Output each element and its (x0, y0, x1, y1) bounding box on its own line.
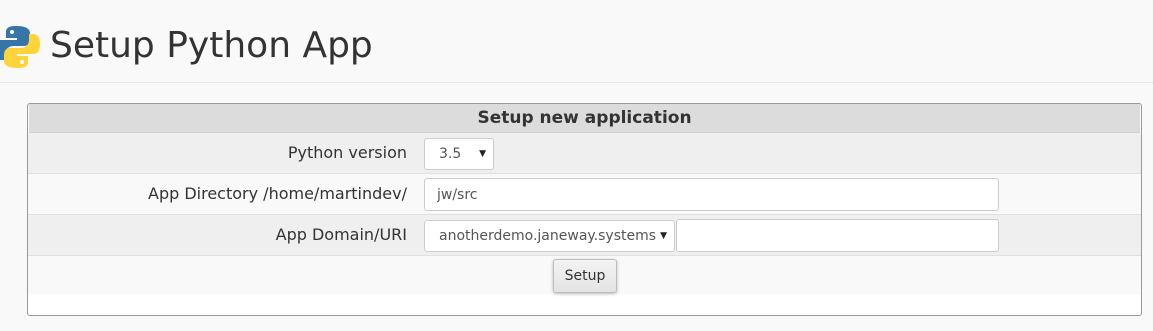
app-directory-row: App Directory /home/martindev/ (28, 174, 1141, 215)
app-domain-label: App Domain/URI (275, 225, 407, 244)
setup-panel: Setup new application Python version 3.5… (27, 103, 1142, 316)
setup-button[interactable]: Setup (553, 259, 617, 293)
python-version-select[interactable]: 3.5 ▼ (424, 138, 494, 170)
panel-title: Setup new application (29, 104, 1140, 133)
app-uri-input[interactable] (676, 219, 999, 252)
app-directory-label: App Directory /home/martindev/ (148, 184, 407, 203)
python-version-value: 3.5 (439, 146, 462, 162)
app-domain-row: App Domain/URI anotherdemo.janeway.syste… (28, 215, 1141, 256)
python-version-label: Python version (287, 143, 407, 162)
button-row: Setup (28, 256, 1141, 294)
page-header: Setup Python App (0, 0, 1153, 83)
python-logo-icon (0, 26, 40, 68)
python-version-row: Python version 3.5 ▼ (28, 133, 1141, 174)
app-directory-input[interactable] (424, 178, 999, 211)
chevron-down-icon: ▼ (660, 231, 667, 241)
app-domain-select[interactable]: anotherdemo.janeway.systems ▼ (424, 220, 675, 252)
chevron-down-icon: ▼ (479, 149, 486, 159)
app-domain-value: anotherdemo.janeway.systems (439, 228, 657, 244)
page-title: Setup Python App (50, 25, 373, 66)
